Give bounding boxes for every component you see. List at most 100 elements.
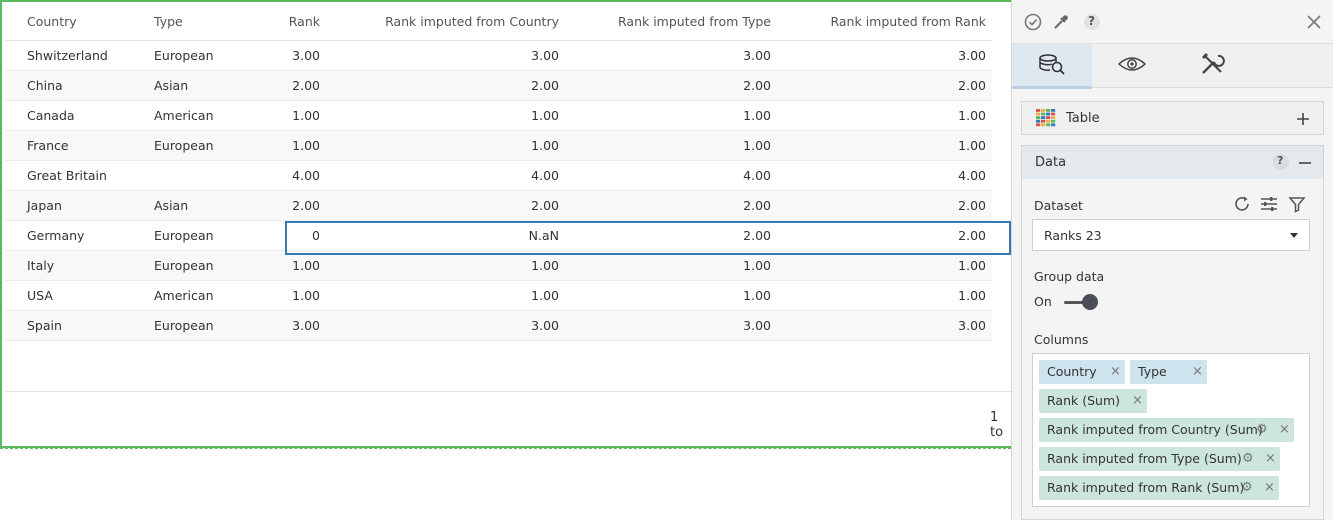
cell-rank-imputed-rank[interactable]: 3.00 bbox=[958, 41, 986, 70]
header-rank[interactable]: Rank bbox=[289, 4, 320, 40]
close-icon[interactable] bbox=[1304, 12, 1324, 32]
cell-rank-imputed-rank[interactable]: 2.00 bbox=[958, 191, 986, 220]
cell-type[interactable]: European bbox=[154, 251, 214, 280]
cell-country[interactable]: China bbox=[27, 71, 63, 100]
toggle-knob[interactable] bbox=[1082, 294, 1098, 310]
columns-list[interactable]: Country × Type × Rank (Sum) × Rank imputed fro… bbox=[1032, 353, 1310, 507]
cell-rank-imputed-country[interactable]: 4.00 bbox=[531, 161, 559, 190]
cell-country[interactable]: Germany bbox=[27, 221, 84, 250]
cell-rank-imputed-type[interactable]: 1.00 bbox=[743, 131, 771, 160]
column-chip[interactable]: Rank imputed from Country (Sum) ⚙ × bbox=[1039, 418, 1294, 442]
table-row[interactable]: USA American 1.00 1.00 1.00 1.00 bbox=[4, 281, 992, 311]
cell-rank-imputed-type[interactable]: 1.00 bbox=[743, 251, 771, 280]
cell-rank-imputed-country[interactable]: 1.00 bbox=[531, 131, 559, 160]
remove-column-icon[interactable]: × bbox=[1264, 476, 1275, 500]
cell-type[interactable]: European bbox=[154, 311, 214, 340]
table-row[interactable]: Japan Asian 2.00 2.00 2.00 2.00 bbox=[4, 191, 992, 221]
cell-rank[interactable]: 1.00 bbox=[292, 281, 320, 310]
table-panel[interactable]: Country Type Rank Rank imputed from Coun… bbox=[0, 0, 1011, 448]
cell-rank-imputed-country[interactable]: 1.00 bbox=[531, 251, 559, 280]
cell-rank-imputed-rank[interactable]: 4.00 bbox=[958, 161, 986, 190]
remove-column-icon[interactable]: × bbox=[1265, 447, 1276, 471]
column-chip[interactable]: Rank imputed from Type (Sum) ⚙ × bbox=[1039, 447, 1280, 471]
cell-rank-imputed-type[interactable]: 2.00 bbox=[743, 71, 771, 100]
cell-rank-imputed-country[interactable]: 2.00 bbox=[531, 71, 559, 100]
cell-country[interactable]: France bbox=[27, 131, 69, 160]
remove-column-icon[interactable]: × bbox=[1132, 389, 1143, 413]
cell-rank[interactable]: 1.00 bbox=[292, 251, 320, 280]
header-rank-imputed-type[interactable]: Rank imputed from Type bbox=[618, 4, 771, 40]
cell-type[interactable]: European bbox=[154, 131, 214, 160]
cell-rank-imputed-type[interactable]: 1.00 bbox=[743, 281, 771, 310]
tab-data[interactable] bbox=[1012, 44, 1092, 89]
table-row[interactable]: France European 1.00 1.00 1.00 1.00 bbox=[4, 131, 992, 161]
help-icon[interactable]: ? bbox=[1082, 12, 1102, 32]
check-circle-icon[interactable] bbox=[1023, 12, 1043, 32]
cell-type[interactable]: American bbox=[154, 101, 214, 130]
remove-column-icon[interactable]: × bbox=[1192, 360, 1203, 384]
gear-icon[interactable]: ⚙ bbox=[1256, 418, 1268, 442]
refresh-icon[interactable] bbox=[1232, 194, 1252, 214]
remove-column-icon[interactable]: × bbox=[1279, 418, 1290, 442]
cell-type[interactable]: Asian bbox=[154, 191, 188, 220]
cell-rank[interactable]: 1.00 bbox=[292, 131, 320, 160]
column-chip[interactable]: Rank (Sum) × bbox=[1039, 389, 1147, 413]
dataset-select[interactable]: Ranks 23 bbox=[1032, 219, 1310, 251]
gear-icon[interactable]: ⚙ bbox=[1242, 447, 1254, 471]
filter-icon[interactable] bbox=[1287, 194, 1307, 214]
cell-rank-imputed-type[interactable]: 3.00 bbox=[743, 41, 771, 70]
cell-rank[interactable]: 2.00 bbox=[292, 191, 320, 220]
table-row[interactable]: Canada American 1.00 1.00 1.00 1.00 bbox=[4, 101, 992, 131]
cell-country[interactable]: Shwitzerland bbox=[27, 41, 108, 70]
tab-view[interactable] bbox=[1092, 44, 1172, 88]
cell-country[interactable]: Canada bbox=[27, 101, 75, 130]
cell-rank-imputed-rank[interactable]: 1.00 bbox=[958, 281, 986, 310]
cell-type[interactable]: Asian bbox=[154, 71, 188, 100]
cell-rank-imputed-type[interactable]: 4.00 bbox=[743, 161, 771, 190]
cell-type[interactable]: American bbox=[154, 281, 214, 310]
header-rank-imputed-rank[interactable]: Rank imputed from Rank bbox=[830, 4, 986, 40]
column-chip[interactable]: Type × bbox=[1130, 360, 1207, 384]
cell-country[interactable]: Italy bbox=[27, 251, 54, 280]
add-icon[interactable] bbox=[1293, 109, 1313, 129]
header-type[interactable]: Type bbox=[154, 4, 183, 40]
cell-rank-imputed-country[interactable]: 3.00 bbox=[531, 311, 559, 340]
remove-column-icon[interactable]: × bbox=[1110, 360, 1121, 384]
cell-type[interactable]: European bbox=[154, 221, 214, 250]
table-row[interactable]: Spain European 3.00 3.00 3.00 3.00 bbox=[4, 311, 992, 341]
collapse-icon[interactable] bbox=[1295, 153, 1315, 173]
cell-rank-imputed-rank[interactable]: 1.00 bbox=[958, 131, 986, 160]
cell-country[interactable]: USA bbox=[27, 281, 53, 310]
cell-rank-imputed-type[interactable]: 2.00 bbox=[743, 221, 771, 250]
table-row[interactable]: Germany European 0 N.aN 2.00 2.00 bbox=[4, 221, 992, 251]
cell-rank[interactable]: 4.00 bbox=[292, 161, 320, 190]
table-row[interactable]: Italy European 1.00 1.00 1.00 1.00 bbox=[4, 251, 992, 281]
cell-country[interactable]: Japan bbox=[27, 191, 62, 220]
cell-rank-imputed-type[interactable]: 3.00 bbox=[743, 311, 771, 340]
eyedropper-icon[interactable] bbox=[1051, 12, 1071, 32]
header-country[interactable]: Country bbox=[27, 4, 77, 40]
table-row[interactable]: Shwitzerland European 3.00 3.00 3.00 3.00 bbox=[4, 41, 992, 71]
cell-rank[interactable]: 3.00 bbox=[292, 311, 320, 340]
data-help-icon[interactable]: ? bbox=[1273, 154, 1289, 170]
cell-rank-imputed-type[interactable]: 2.00 bbox=[743, 191, 771, 220]
cell-rank-imputed-country[interactable]: 1.00 bbox=[531, 101, 559, 130]
cell-country[interactable]: Great Britain bbox=[27, 161, 107, 190]
gear-icon[interactable]: ⚙ bbox=[1241, 476, 1253, 500]
data-section-header[interactable]: Data ? bbox=[1021, 145, 1324, 180]
cell-rank-imputed-country[interactable]: 3.00 bbox=[531, 41, 559, 70]
cell-country[interactable]: Spain bbox=[27, 311, 62, 340]
cell-rank-imputed-type[interactable]: 1.00 bbox=[743, 101, 771, 130]
cell-rank-imputed-rank[interactable]: 1.00 bbox=[958, 251, 986, 280]
cell-rank-imputed-country[interactable]: 2.00 bbox=[531, 191, 559, 220]
cell-type[interactable]: European bbox=[154, 41, 214, 70]
column-chip[interactable]: Rank imputed from Rank (Sum) ⚙ × bbox=[1039, 476, 1279, 500]
column-chip[interactable]: Country × bbox=[1039, 360, 1125, 384]
tab-settings[interactable] bbox=[1172, 44, 1252, 88]
header-rank-imputed-country[interactable]: Rank imputed from Country bbox=[385, 4, 559, 40]
cell-rank[interactable]: 0 bbox=[312, 221, 320, 250]
cell-rank-imputed-rank[interactable]: 3.00 bbox=[958, 311, 986, 340]
cell-rank[interactable]: 1.00 bbox=[292, 101, 320, 130]
visualization-type-row[interactable]: Table bbox=[1021, 101, 1324, 135]
sliders-icon[interactable] bbox=[1259, 194, 1279, 214]
